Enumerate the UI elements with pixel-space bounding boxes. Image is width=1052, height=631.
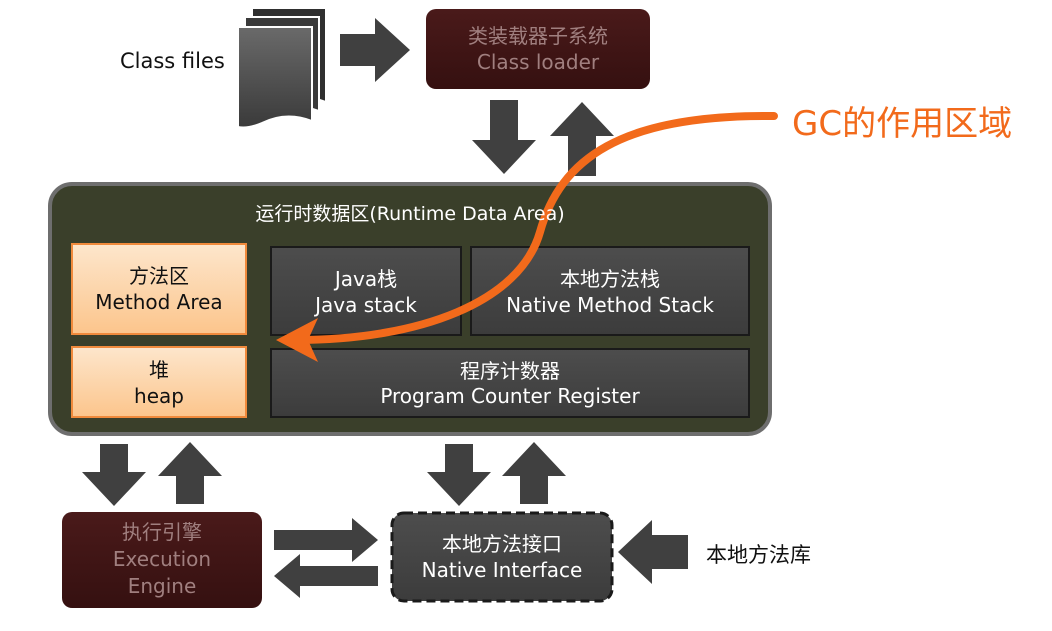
execution-engine-line1: 执行引擎 — [122, 520, 202, 544]
method-area-zh: 方法区 — [129, 264, 189, 288]
arrow-right-icon — [274, 518, 378, 562]
class-loader-box — [426, 9, 650, 89]
native-method-stack-en: Native Method Stack — [506, 293, 714, 317]
heap-zh: 堆 — [149, 358, 169, 382]
gc-scope-label: GC的作用区域 — [792, 104, 1013, 144]
java-stack-en: Java stack — [315, 293, 417, 317]
native-interface-zh: 本地方法接口 — [442, 532, 562, 556]
arrow-down-icon — [472, 100, 536, 174]
arrow-left-icon — [618, 520, 688, 584]
execution-engine-line2: Execution — [112, 547, 212, 571]
arrow-up-icon — [158, 442, 222, 504]
arrow-up-icon — [502, 442, 566, 504]
arrow-left-icon — [274, 554, 378, 598]
method-area-en: Method Area — [95, 290, 223, 314]
arrow-right-icon — [340, 18, 410, 82]
class-loader-zh: 类装载器子系统 — [468, 24, 608, 48]
execution-engine-line3: Engine — [127, 574, 197, 598]
class-files-label: Class files — [120, 49, 225, 73]
class-files-icon — [237, 7, 327, 129]
arrow-down-icon — [82, 444, 146, 506]
program-counter-en: Program Counter Register — [380, 384, 640, 408]
native-interface-box — [390, 511, 614, 603]
heap-en: heap — [134, 384, 184, 408]
class-loader-en: Class loader — [476, 50, 600, 74]
native-method-stack-zh: 本地方法栈 — [560, 267, 660, 291]
native-interface-en: Native Interface — [421, 558, 583, 582]
method-area-box — [71, 243, 247, 335]
arrow-down-icon — [427, 444, 491, 506]
native-library-label: 本地方法库 — [706, 543, 811, 567]
native-method-stack-box — [470, 246, 750, 336]
java-stack-zh: Java栈 — [334, 267, 398, 291]
runtime-area-title: 运行时数据区(Runtime Data Area) — [255, 203, 565, 225]
program-counter-zh: 程序计数器 — [460, 359, 560, 383]
